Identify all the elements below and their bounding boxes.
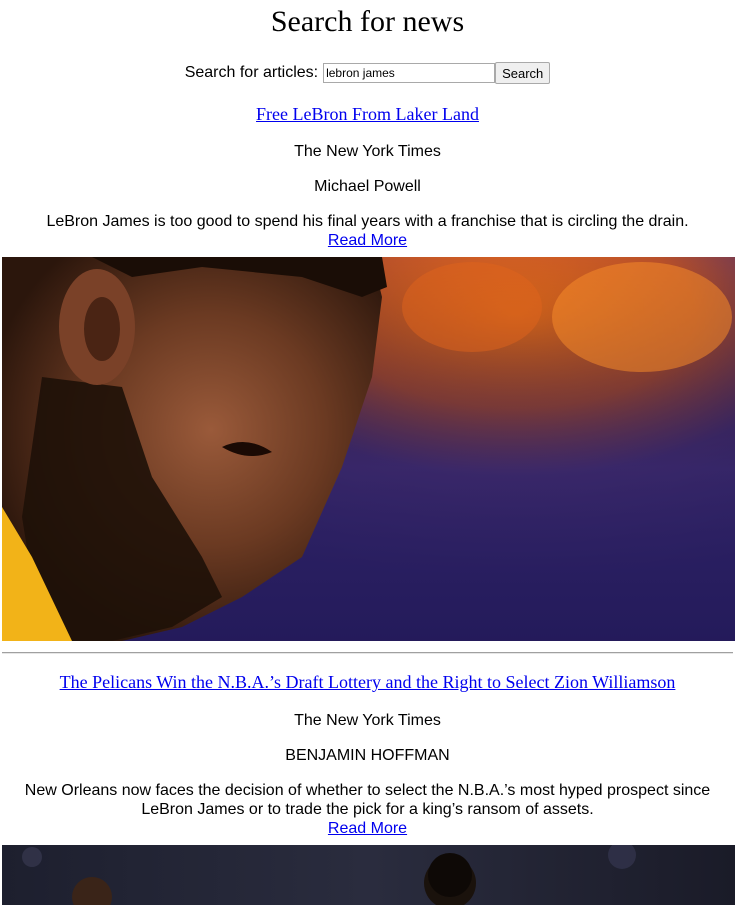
article-source: The New York Times bbox=[294, 143, 441, 160]
article-summary: New Orleans now faces the decision of wh… bbox=[24, 782, 711, 818]
search-button[interactable]: Search bbox=[495, 62, 551, 84]
read-more-link[interactable]: Read More bbox=[328, 819, 407, 838]
article-item: Free LeBron From Laker Land The New York… bbox=[0, 85, 735, 641]
article-image bbox=[2, 845, 735, 905]
article-image bbox=[2, 257, 735, 641]
read-more-link[interactable]: Read More bbox=[328, 231, 407, 250]
search-label: Search for articles: bbox=[184, 64, 319, 81]
article-image-photo bbox=[2, 845, 735, 905]
article-source: The New York Times bbox=[294, 712, 441, 729]
article-title-link[interactable]: Free LeBron From Laker Land bbox=[256, 103, 479, 125]
article-image-photo bbox=[2, 257, 735, 641]
search-form: Search for articles: Search bbox=[0, 61, 735, 85]
article-item: The Pelicans Win the N.B.A.’s Draft Lott… bbox=[0, 654, 735, 905]
page-title: Search for news bbox=[270, 5, 465, 38]
article-author: BENJAMIN HOFFMAN bbox=[285, 747, 450, 764]
article-summary: LeBron James is too good to spend his fi… bbox=[46, 213, 689, 230]
search-input[interactable] bbox=[323, 63, 496, 83]
article-title-link[interactable]: The Pelicans Win the N.B.A.’s Draft Lott… bbox=[60, 671, 676, 693]
article-author: Michael Powell bbox=[314, 178, 421, 195]
